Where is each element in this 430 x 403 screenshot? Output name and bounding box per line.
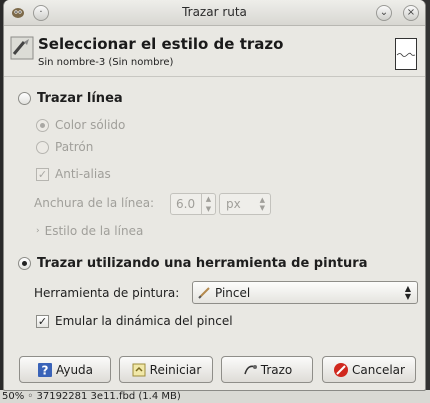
emulate-dynamics-label: Emular la dinámica del pincel [55, 314, 233, 328]
line-style-expander[interactable]: › Estilo de la línea [36, 224, 143, 238]
paint-tool-label: Trazar utilizando una herramienta de pin… [37, 256, 368, 271]
close-button[interactable]: × [403, 5, 419, 21]
expander-arrow-icon: › [36, 226, 40, 236]
antialias-checkbox[interactable]: ✓ [36, 167, 49, 181]
stroke-icon [244, 364, 257, 374]
cancel-label: Cancelar [352, 362, 405, 377]
unit-select[interactable]: px ▲ ▼ [219, 193, 271, 215]
line-style-label: Estilo de la línea [44, 224, 144, 238]
pattern-option[interactable]: Patrón [36, 140, 93, 154]
minimize-button[interactable]: ⌄ [376, 5, 392, 21]
stroke-preview [395, 38, 417, 70]
spin-arrows-icon[interactable]: ▲ ▼ [201, 194, 215, 214]
svg-text:?: ? [41, 363, 48, 377]
paint-tool-select[interactable]: Pincel ▲ ▼ [192, 281, 418, 304]
preview-wave-icon [396, 52, 416, 57]
paint-tool-radio[interactable] [18, 257, 31, 270]
emulate-dynamics-option[interactable]: ✓ Emular la dinámica del pincel [36, 314, 233, 328]
dialog-window: · Trazar ruta ⌄ × Seleccionar el estilo … [3, 0, 426, 391]
pattern-radio[interactable] [36, 140, 49, 154]
stroke-button[interactable]: Trazo [221, 356, 313, 383]
combo-arrows-icon: ▲ ▼ [259, 196, 265, 212]
antialias-label: Anti-alias [55, 167, 111, 181]
unit-value: px [226, 197, 241, 211]
title-bar[interactable]: · Trazar ruta ⌄ × [4, 0, 425, 26]
paint-tool-value: Pincel [215, 286, 251, 300]
dialog-header: Seleccionar el estilo de trazo Sin nombr… [4, 27, 425, 77]
solid-color-label: Color sólido [55, 118, 126, 132]
pattern-label: Patrón [55, 140, 94, 154]
brush-icon [198, 287, 210, 299]
solid-color-option[interactable]: Color sólido [36, 118, 125, 132]
stroke-line-radio[interactable] [18, 92, 31, 105]
line-width-value: 6.0 [176, 197, 196, 211]
cancel-button[interactable]: Cancelar [322, 356, 416, 383]
reset-button[interactable]: Reiniciar [119, 356, 213, 383]
page-title: Seleccionar el estilo de trazo [38, 35, 284, 53]
stroke-line-label: Trazar línea [37, 91, 123, 106]
emulate-dynamics-checkbox[interactable]: ✓ [36, 314, 49, 328]
antialias-option[interactable]: ✓ Anti-alias [36, 167, 111, 181]
image-name: Sin nombre-3 (Sin nombre) [38, 57, 174, 68]
help-button[interactable]: ? Ayuda [19, 356, 111, 383]
paint-tool-option[interactable]: Trazar utilizando una herramienta de pin… [18, 256, 367, 271]
line-width-label: Anchura de la línea: [34, 196, 155, 210]
help-icon: ? [37, 362, 52, 377]
help-label: Ayuda [55, 362, 94, 377]
stroke-line-option[interactable]: Trazar línea [18, 91, 123, 106]
stroke-path-icon [10, 36, 34, 60]
window-title: Trazar ruta [182, 5, 247, 19]
solid-color-radio[interactable] [36, 118, 49, 132]
stroke-label: Trazo [260, 362, 293, 377]
cancel-icon [334, 362, 349, 377]
tool-label: Herramienta de pintura: [34, 286, 180, 300]
reset-label: Reiniciar [149, 362, 202, 377]
line-width-spinner[interactable]: 6.0 ▲ ▼ [170, 193, 216, 215]
reset-icon [132, 363, 146, 376]
select-arrows-icon: ▲ ▼ [404, 284, 411, 301]
status-bar: 50% ◦ 37192281 3e11.fbd (1.4 MB) [0, 390, 430, 403]
